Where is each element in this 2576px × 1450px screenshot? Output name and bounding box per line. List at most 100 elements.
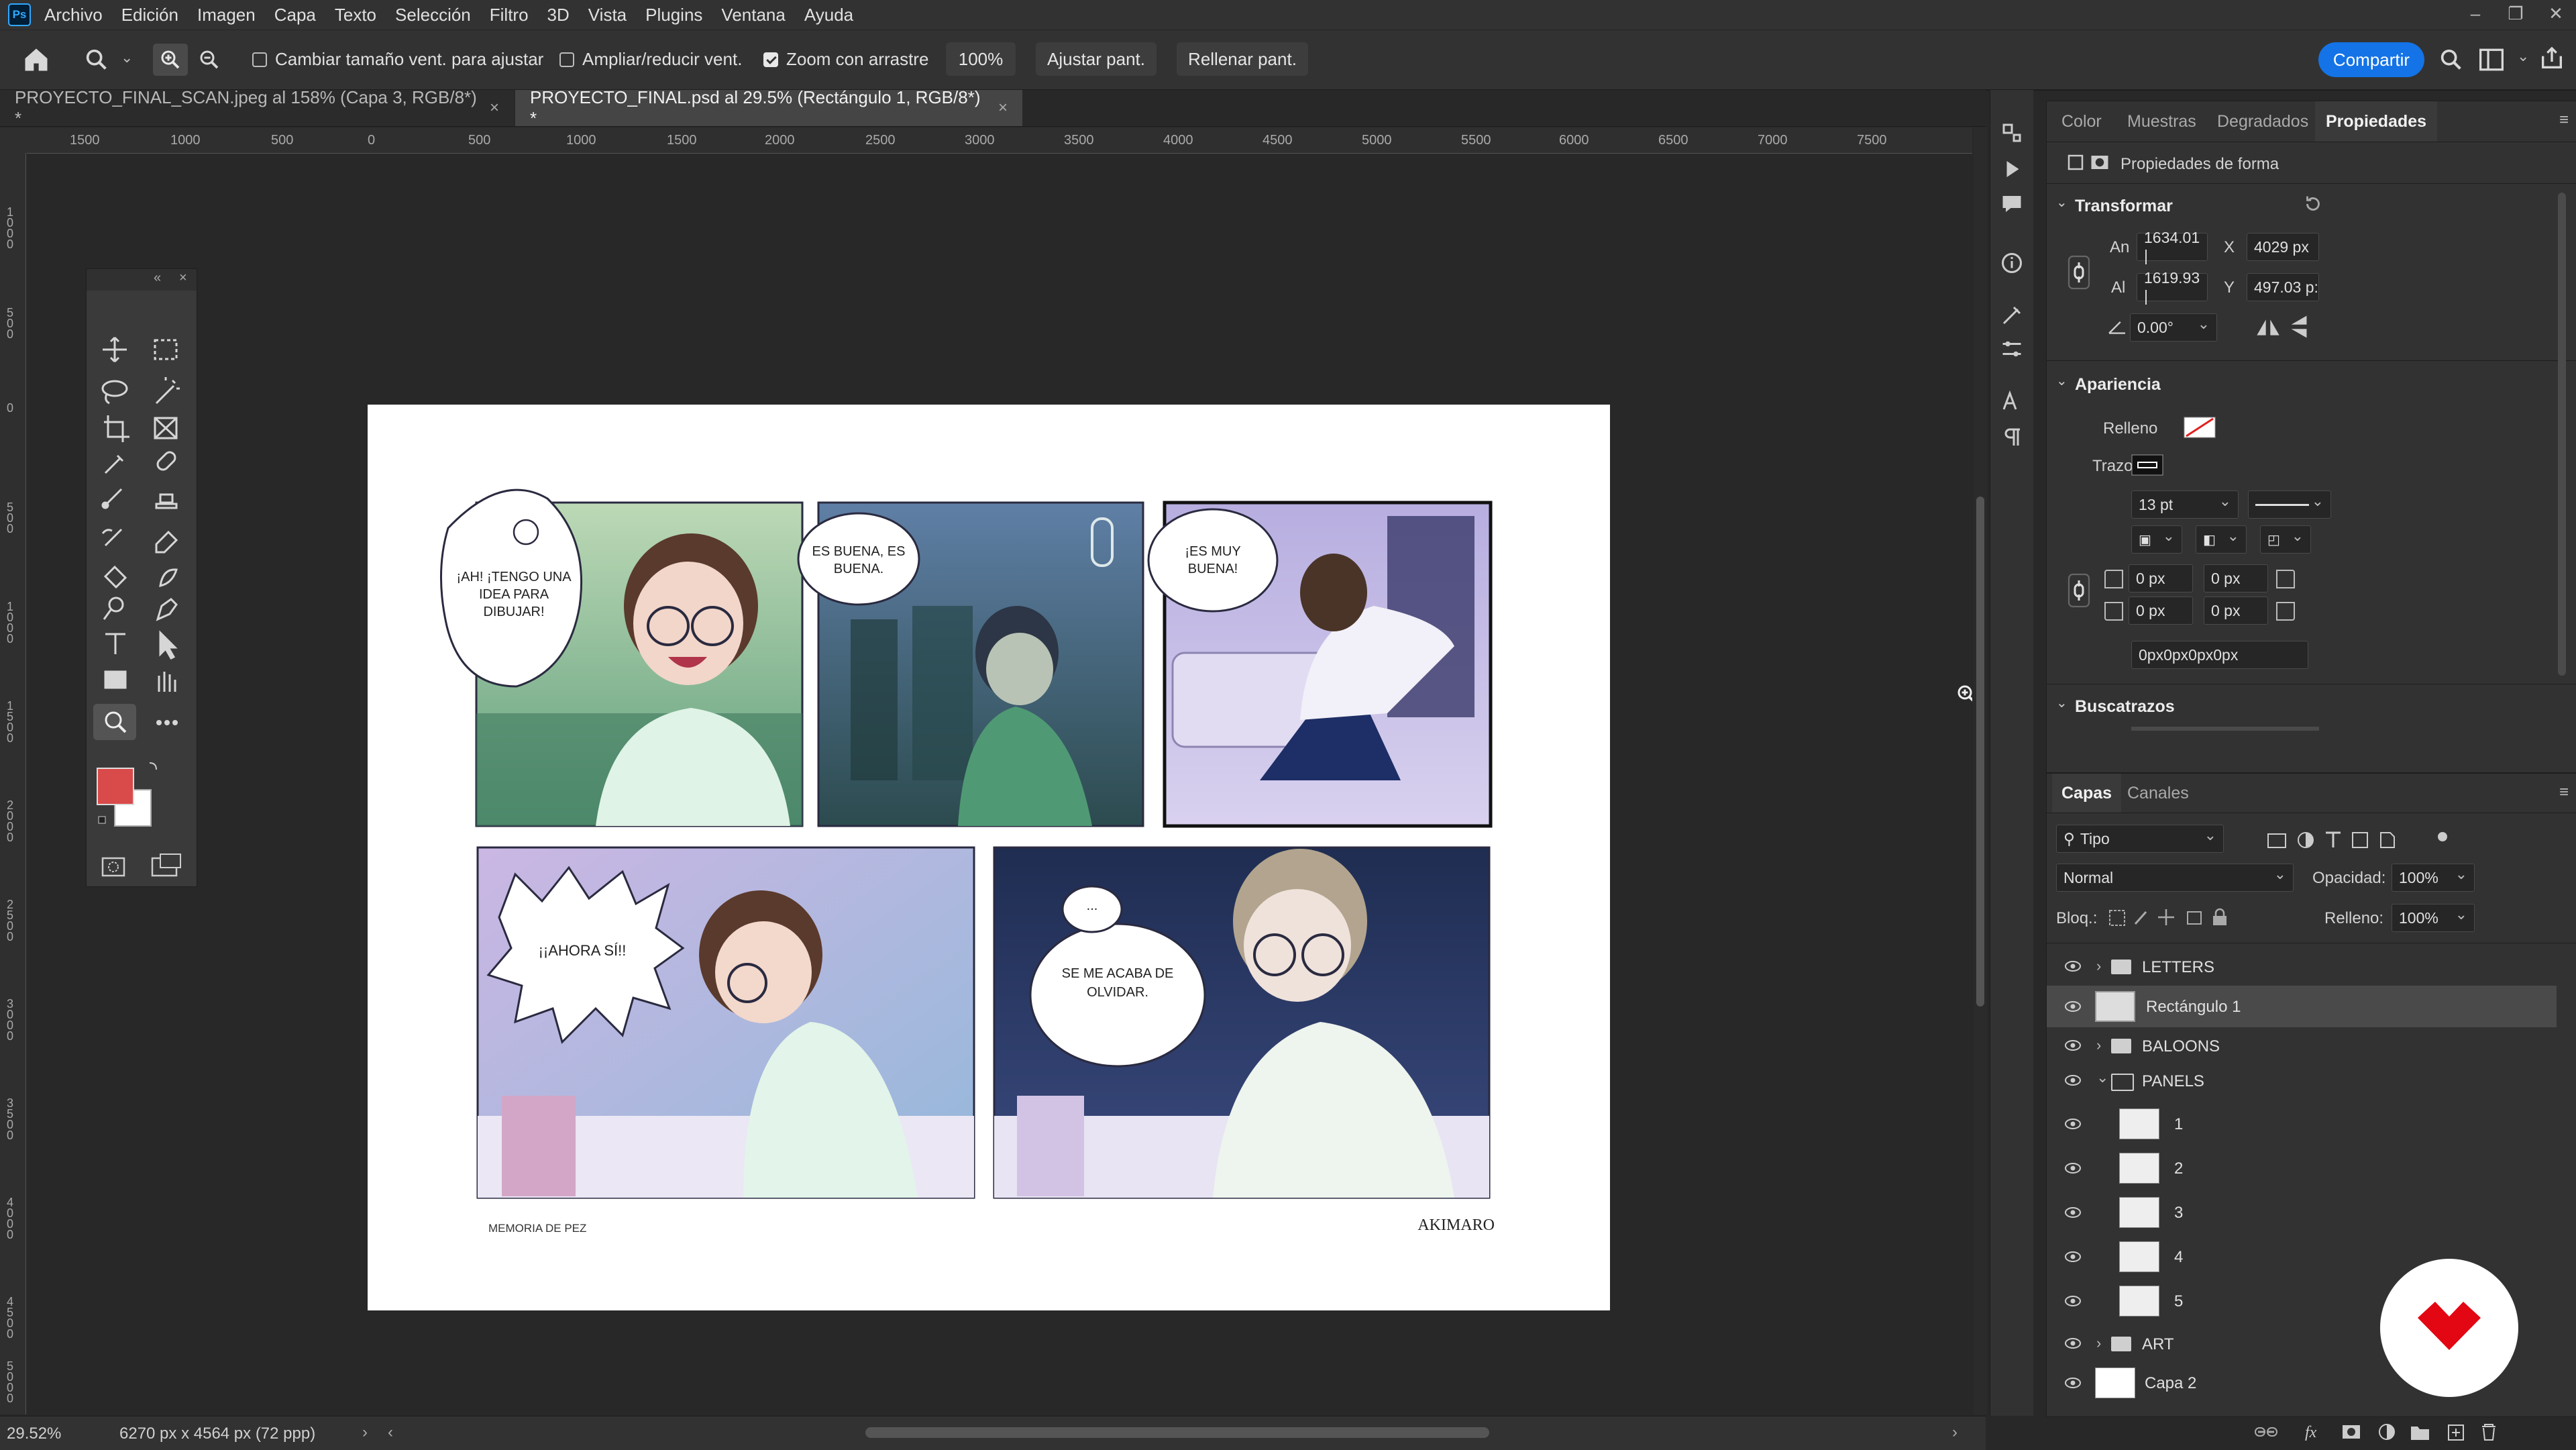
magic-wand-icon[interactable]: [155, 377, 180, 405]
flip-horizontal-icon[interactable]: [2255, 315, 2282, 340]
visibility-eye-icon[interactable]: [2064, 1251, 2082, 1263]
y-field[interactable]: 497.03 p:: [2247, 273, 2319, 301]
reset-transform-icon[interactable]: [2302, 193, 2324, 215]
zoom-out-icon[interactable]: [197, 48, 221, 72]
opacity-field[interactable]: 100%: [2392, 864, 2475, 892]
history-brush-icon[interactable]: [101, 528, 123, 547]
menu-ventana[interactable]: Ventana: [721, 5, 785, 25]
layer-style-fx-icon[interactable]: fx: [2305, 1424, 2317, 1441]
horizontal-scroll-thumb[interactable]: [865, 1427, 1489, 1438]
stroke-corners-dropdown[interactable]: ◰: [2260, 525, 2311, 554]
stroke-type-dropdown[interactable]: [2248, 490, 2331, 519]
canvas-area[interactable]: ¡AH! ¡TENGO UNA IDEA PARA DIBUJAR! ES BU…: [27, 154, 1972, 1415]
filter-adjustment-icon[interactable]: [2298, 832, 2314, 848]
filter-shape-icon[interactable]: [2352, 832, 2368, 848]
resize-windows-checkbox[interactable]: Cambiar tamaño vent. para ajustar: [252, 49, 543, 70]
brush-tool-icon[interactable]: [101, 488, 123, 509]
adjustments-icon[interactable]: [2000, 337, 2024, 361]
lock-pixels-icon[interactable]: [2134, 911, 2147, 925]
screen-mode-icon[interactable]: [151, 853, 181, 877]
actions-play-icon[interactable]: [2000, 157, 2024, 181]
layer-fill-field[interactable]: 100%: [2392, 904, 2475, 932]
filter-pixel-icon[interactable]: [2267, 833, 2286, 848]
filter-toggle-icon[interactable]: [2438, 832, 2447, 841]
close-tab-icon[interactable]: ×: [490, 99, 499, 117]
scroll-left-icon[interactable]: ‹: [388, 1423, 393, 1442]
tab-color[interactable]: Color: [2061, 101, 2102, 142]
share-button[interactable]: Compartir: [2318, 42, 2424, 77]
foreground-color-swatch[interactable]: [97, 768, 134, 805]
paragraph-icon[interactable]: [2000, 425, 2024, 450]
workspace-chevron-icon[interactable]: ⌄: [2517, 48, 2529, 65]
visibility-eye-icon[interactable]: [2064, 960, 2082, 972]
filter-smart-object-icon[interactable]: [2380, 832, 2395, 848]
zoom-in-mode[interactable]: [153, 44, 188, 76]
lock-transparency-icon[interactable]: [2109, 910, 2125, 926]
comments-icon[interactable]: [2000, 192, 2024, 216]
status-expand-icon[interactable]: ›: [362, 1423, 368, 1442]
new-group-icon[interactable]: [2411, 1427, 2429, 1440]
height-field[interactable]: 1619.93 |: [2137, 269, 2208, 305]
visibility-eye-icon[interactable]: [2064, 1039, 2082, 1051]
layer-row-letters[interactable]: › LETTERS: [2047, 948, 2557, 986]
blend-mode-dropdown[interactable]: Normal: [2056, 864, 2294, 892]
healing-brush-icon[interactable]: [156, 450, 178, 472]
stroke-caps-dropdown[interactable]: ◧: [2196, 525, 2247, 554]
quick-mask-icon[interactable]: [101, 857, 125, 877]
zoom-level[interactable]: 29.52%: [7, 1425, 61, 1443]
angle-field[interactable]: 0.00°: [2130, 313, 2217, 342]
menu-3d[interactable]: 3D: [547, 5, 570, 25]
crop-tool-icon[interactable]: [104, 415, 129, 442]
path-selection-icon[interactable]: [159, 630, 178, 660]
tab-swatches[interactable]: Muestras: [2127, 101, 2196, 142]
new-layer-icon[interactable]: [2448, 1425, 2464, 1441]
menu-imagen[interactable]: Imagen: [197, 5, 256, 25]
x-field[interactable]: 4029 px: [2247, 233, 2319, 261]
visibility-eye-icon[interactable]: [2064, 1000, 2082, 1013]
zoom-tool-preset-icon[interactable]: [83, 46, 110, 73]
lock-artboard-icon[interactable]: [2187, 911, 2202, 925]
visibility-eye-icon[interactable]: [2064, 1377, 2082, 1389]
layers-panel-menu-icon[interactable]: ≡: [2559, 783, 2569, 802]
panel-menu-icon[interactable]: ≡: [2559, 111, 2569, 130]
collapse-chevron-icon[interactable]: ⌄: [2056, 372, 2068, 389]
restore-icon[interactable]: ❐: [2496, 0, 2536, 30]
menu-capa[interactable]: Capa: [274, 5, 316, 25]
corner-tr-field[interactable]: 0 px: [2204, 564, 2268, 592]
horizontal-ruler[interactable]: 1500 1000 500 0 500 1000 1500 2000 2500 …: [27, 127, 1972, 154]
preset-chevron-icon[interactable]: ⌄: [121, 49, 133, 66]
visibility-eye-icon[interactable]: [2064, 1118, 2082, 1130]
layer-row-panel-2[interactable]: 2: [2047, 1147, 2557, 1190]
pen-tool-icon[interactable]: [156, 598, 178, 621]
link-layers-icon[interactable]: [2255, 1427, 2277, 1437]
visibility-eye-icon[interactable]: [2064, 1074, 2082, 1086]
close-panel-icon[interactable]: ×: [179, 270, 187, 286]
expand-chevron-icon[interactable]: ›: [2096, 957, 2101, 975]
frame-tool-icon[interactable]: [154, 417, 178, 439]
expand-chevron-icon[interactable]: ›: [2096, 1335, 2101, 1352]
stroke-width-field[interactable]: 13 pt: [2131, 490, 2239, 519]
menu-archivo[interactable]: Archivo: [44, 5, 103, 25]
character-icon[interactable]: [2000, 389, 2024, 413]
corner-tl-field[interactable]: 0 px: [2129, 564, 2193, 592]
stroke-swatch[interactable]: [2131, 454, 2163, 476]
layer-filter-dropdown[interactable]: ⚲ Tipo: [2056, 825, 2224, 853]
menu-filtro[interactable]: Filtro: [490, 5, 529, 25]
corners-combined-field[interactable]: 0px0px0px0px: [2131, 641, 2308, 669]
link-dimensions-icon[interactable]: [2067, 254, 2091, 291]
scrubby-zoom-checkbox[interactable]: Zoom con arrastre: [763, 49, 928, 70]
fit-screen-button[interactable]: Ajustar pant.: [1036, 42, 1157, 76]
zoom-all-windows-checkbox[interactable]: Ampliar/reducir vent.: [559, 49, 742, 70]
visibility-eye-icon[interactable]: [2064, 1295, 2082, 1307]
adjustment-layer-icon[interactable]: [2379, 1424, 2395, 1440]
default-colors-icon[interactable]: [98, 816, 106, 824]
tab-layers[interactable]: Capas: [2052, 774, 2122, 813]
expand-chevron-icon[interactable]: ›: [2096, 1037, 2101, 1054]
menu-plugins[interactable]: Plugins: [645, 5, 702, 25]
lock-all-icon[interactable]: [2213, 908, 2226, 925]
lasso-tool-icon[interactable]: [101, 380, 128, 405]
pathfinder-buttons[interactable]: [2131, 727, 2319, 731]
paint-bucket-icon[interactable]: [103, 565, 127, 589]
properties-scrollbar[interactable]: [2558, 193, 2566, 676]
add-mask-icon[interactable]: [2343, 1425, 2360, 1439]
